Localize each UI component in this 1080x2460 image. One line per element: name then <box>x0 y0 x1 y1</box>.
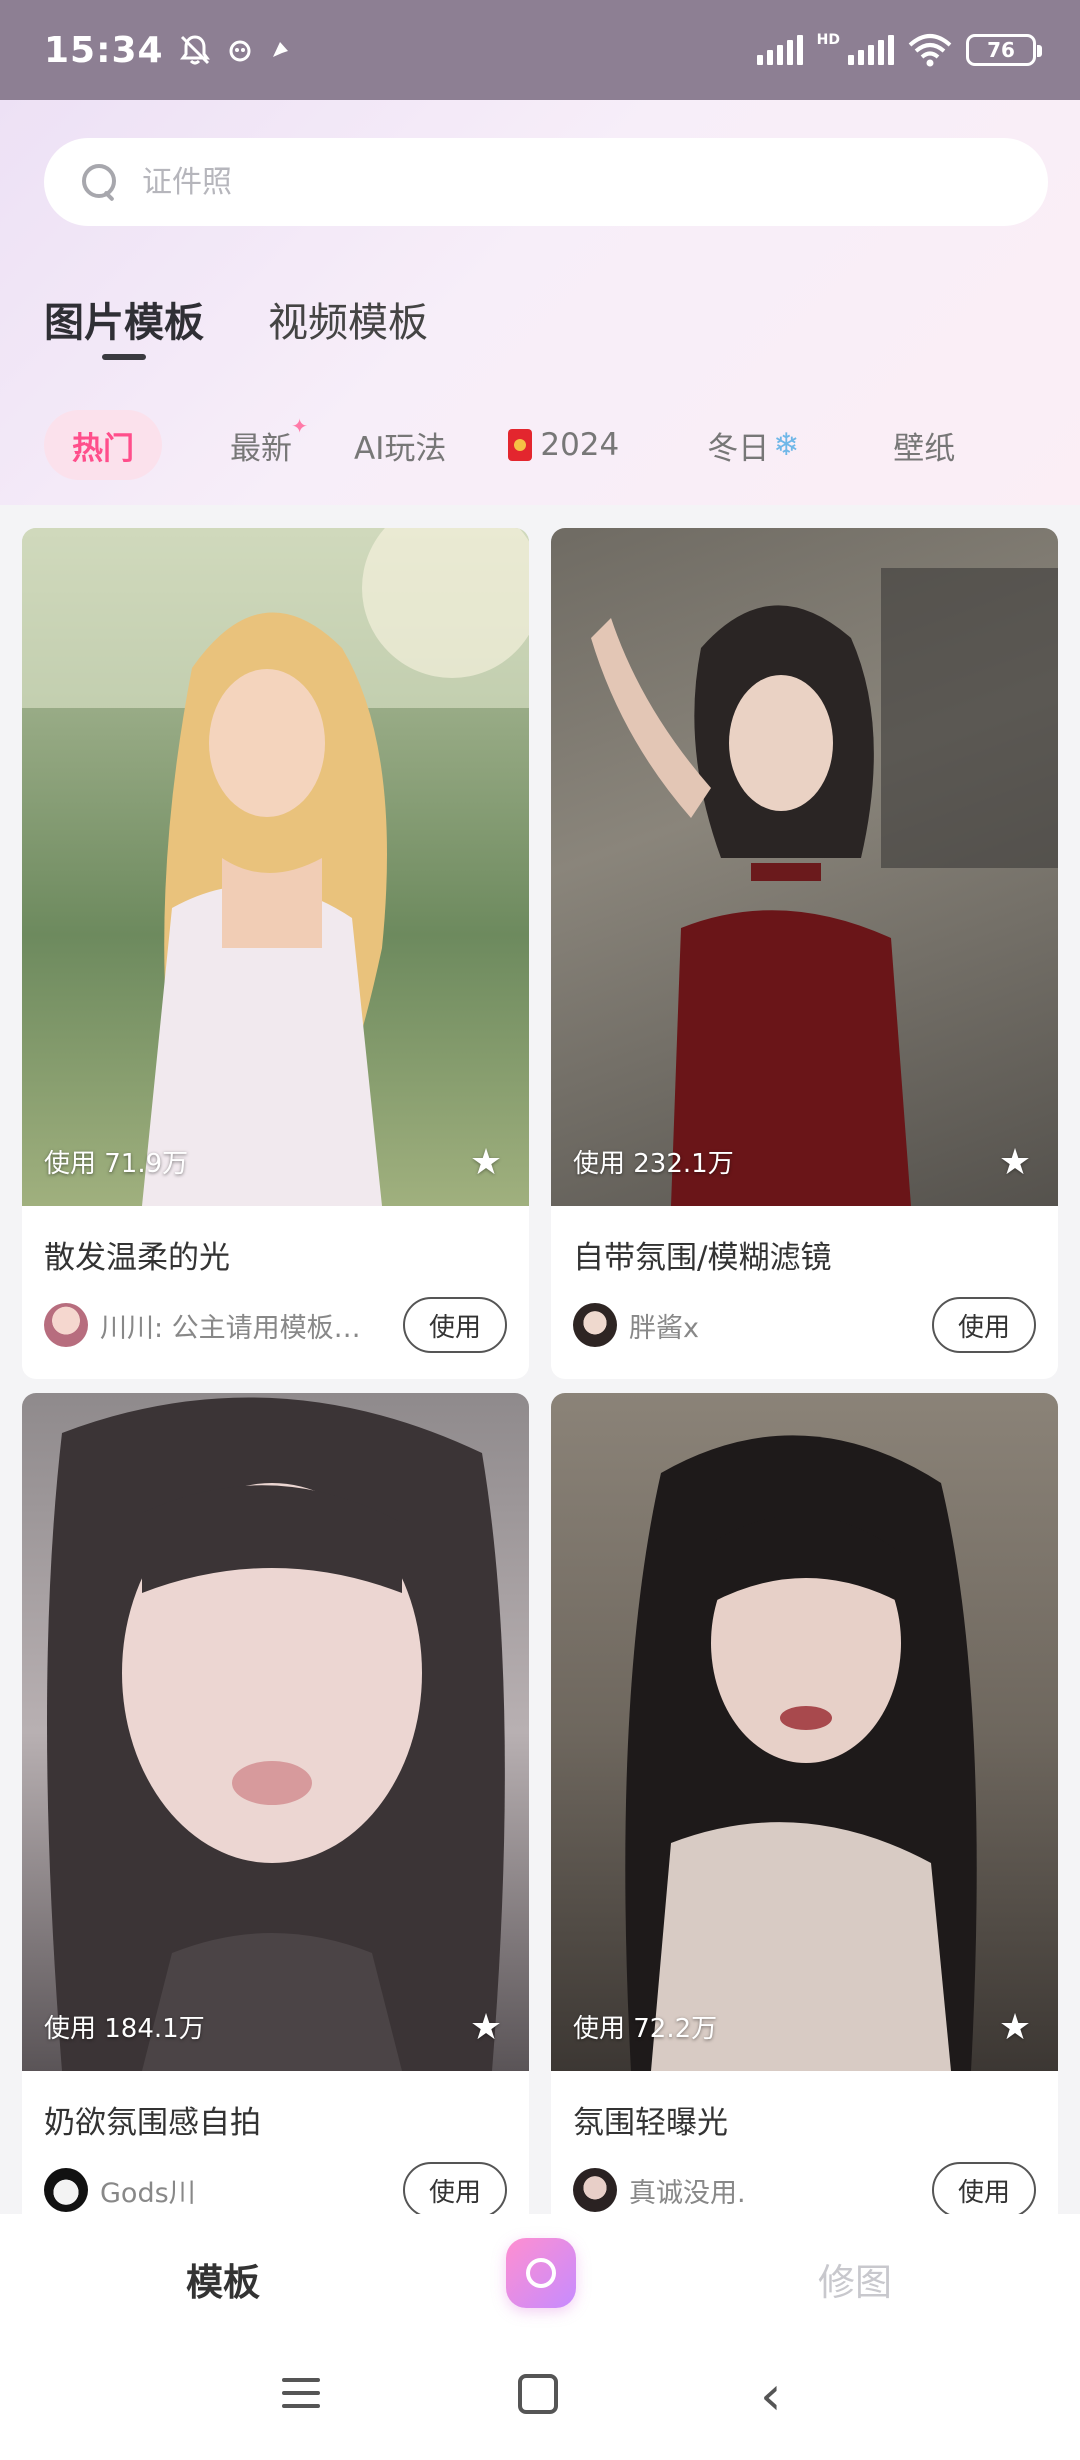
author-name[interactable]: Gods川 <box>100 2171 380 2210</box>
search-icon <box>80 162 120 202</box>
template-card[interactable]: 使用 71.9万 ★ 散发温柔的光 川川: 公主请用模板… 使用 <box>22 528 529 1379</box>
portrait-illustration <box>47 1397 505 2071</box>
back-icon[interactable]: ‹ <box>760 2364 782 2427</box>
use-template-button[interactable]: 使用 <box>932 2162 1036 2214</box>
star-icon[interactable]: ★ <box>467 2009 505 2047</box>
template-grid: 使用 71.9万 ★ 散发温柔的光 川川: 公主请用模板… 使用 使用 232.… <box>22 528 1058 2214</box>
menu-icon[interactable] <box>282 2378 320 2408</box>
wifi-icon <box>908 34 952 67</box>
template-preview-image[interactable]: 使用 232.1万 ★ <box>551 528 1058 1206</box>
chip-label: 热门 <box>72 430 134 467</box>
card-footer: 川川: 公主请用模板… 使用 <box>44 1297 507 1353</box>
template-card[interactable]: 使用 232.1万 ★ 自带氛围/模糊滤镜 胖酱x 使用 <box>551 528 1058 1379</box>
usage-count: 使用 71.9万 <box>44 1149 189 1179</box>
use-template-button[interactable]: 使用 <box>403 1297 507 1353</box>
search-input[interactable] <box>142 164 942 200</box>
signal-icon <box>756 35 803 65</box>
template-card[interactable]: 使用 72.2万 ★ 氛围轻曝光 真诚没用. 使用 <box>551 1393 1058 2214</box>
author-name[interactable]: 真诚没用. <box>629 2171 909 2210</box>
chip-2024[interactable]: 2024 <box>480 410 647 480</box>
red-envelope-icon <box>508 429 533 461</box>
category-chips: 热门 最新 ✦ AI玩法 2024 冬日 ❄ 壁纸 <box>44 410 983 480</box>
bottom-nav: 模板 修图 <box>0 2214 1080 2334</box>
status-indicators: HD 76 <box>756 32 1042 67</box>
chip-ai-play[interactable]: AI玩法 <box>326 410 474 480</box>
template-title: 氛围轻曝光 <box>573 2105 728 2141</box>
use-template-button[interactable]: 使用 <box>403 2162 507 2214</box>
avatar[interactable] <box>44 2168 88 2212</box>
status-notification-icons <box>178 33 294 67</box>
use-template-button[interactable]: 使用 <box>932 1297 1036 1353</box>
template-title: 散发温柔的光 <box>44 1240 230 1276</box>
chip-label: 最新 <box>230 430 292 467</box>
portrait-illustration <box>625 1435 977 2071</box>
portrait-illustration <box>591 568 1058 1206</box>
app-notification-icon <box>272 42 288 57</box>
avatar[interactable] <box>44 1303 88 1347</box>
header: 图片模板 视频模板 热门 最新 ✦ AI玩法 2024 冬日 ❄ 壁纸 <box>0 100 1080 505</box>
chip-winter[interactable]: 冬日 ❄ <box>679 410 827 480</box>
sparkle-icon: ✦ <box>291 414 308 438</box>
snowflake-icon: ❄ <box>773 427 800 463</box>
battery-level: 76 <box>987 38 1015 62</box>
nav-templates[interactable]: 模板 <box>186 2252 260 2306</box>
nav-edit[interactable]: 修图 <box>818 2252 892 2306</box>
usage-count: 使用 232.1万 <box>573 1149 734 1179</box>
battery-icon: 76 <box>966 34 1042 66</box>
camera-icon[interactable] <box>506 2238 576 2308</box>
chip-hot[interactable]: 热门 <box>44 410 162 480</box>
template-preview-image[interactable]: 使用 184.1万 ★ <box>22 1393 529 2071</box>
star-icon[interactable]: ★ <box>467 1144 505 1182</box>
tab-video-templates[interactable]: 视频模板 <box>268 290 428 348</box>
usage-count: 使用 72.2万 <box>573 2014 718 2044</box>
chip-label: 2024 <box>540 427 620 463</box>
chip-label: 冬日 <box>707 430 770 467</box>
home-icon[interactable] <box>518 2374 558 2414</box>
chip-label: 壁纸 <box>893 430 956 467</box>
usage-count: 使用 184.1万 <box>44 2014 205 2044</box>
search-bar[interactable] <box>44 138 1048 226</box>
tab-image-templates[interactable]: 图片模板 <box>44 290 204 360</box>
author-name[interactable]: 川川: 公主请用模板… <box>100 1306 380 1345</box>
network-label: HD <box>816 32 840 48</box>
star-icon[interactable]: ★ <box>996 1144 1034 1182</box>
status-bar: 15:34 HD 76 <box>0 0 1080 100</box>
main-tabs: 图片模板 视频模板 <box>44 290 428 360</box>
card-footer: 胖酱x 使用 <box>573 1297 1036 1353</box>
portrait-illustration <box>22 528 529 1206</box>
chip-wallpaper[interactable]: 壁纸 <box>865 410 983 480</box>
signal-icon <box>848 35 894 65</box>
system-nav-bar: ‹ <box>0 2334 1080 2460</box>
card-footer: 真诚没用. 使用 <box>573 2162 1036 2214</box>
chip-latest[interactable]: 最新 ✦ <box>202 410 320 480</box>
chip-label: AI玩法 <box>354 430 447 467</box>
status-time: 15:34 <box>44 29 164 71</box>
bell-off-icon <box>179 35 210 65</box>
template-preview-image[interactable]: 使用 71.9万 ★ <box>22 528 529 1206</box>
template-card[interactable]: 使用 184.1万 ★ 奶欲氛围感自拍 Gods川 使用 <box>22 1393 529 2214</box>
app-notification-icon <box>229 40 251 62</box>
template-title: 自带氛围/模糊滤镜 <box>573 1240 832 1276</box>
avatar[interactable] <box>573 1303 617 1347</box>
card-footer: Gods川 使用 <box>44 2162 507 2214</box>
template-preview-image[interactable]: 使用 72.2万 ★ <box>551 1393 1058 2071</box>
template-title: 奶欲氛围感自拍 <box>44 2105 261 2141</box>
avatar[interactable] <box>573 2168 617 2212</box>
author-name[interactable]: 胖酱x <box>629 1306 909 1345</box>
star-icon[interactable]: ★ <box>996 2009 1034 2047</box>
